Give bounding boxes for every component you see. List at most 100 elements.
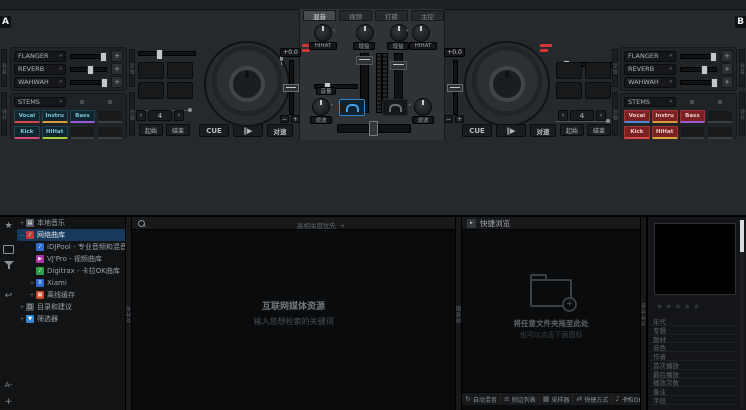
stems-option-dot[interactable] <box>108 100 112 104</box>
more-dot-icon[interactable]: · <box>635 395 637 403</box>
loop-out-button[interactable]: 结束 <box>166 124 190 136</box>
mixer-tab[interactable]: 主控 <box>411 10 444 21</box>
stem-pad[interactable] <box>97 110 123 123</box>
effect-slider[interactable] <box>70 67 107 72</box>
sideview-collapse-strip[interactable]: 侧视图 <box>455 217 462 410</box>
tree-item[interactable]: − ♪ 网络曲库 <box>17 229 125 241</box>
effect-activate-button[interactable]: + <box>111 50 123 62</box>
effect-activate-button[interactable]: + <box>111 76 123 88</box>
loop-in-button[interactable]: 起始 <box>560 124 584 136</box>
mixer-tab[interactable]: 混音 <box>303 10 336 21</box>
stem-pad[interactable] <box>707 126 733 139</box>
stems-select[interactable]: STEMS ▾ <box>624 97 676 107</box>
deck-a-jog-wheel[interactable] <box>204 41 290 127</box>
stem-pad[interactable] <box>70 126 96 139</box>
pad[interactable] <box>138 82 164 99</box>
effect-slider-handle[interactable] <box>87 65 94 75</box>
effect-select[interactable]: FLANGER ▾ <box>14 51 66 62</box>
stem-pad[interactable]: Instru <box>42 110 68 123</box>
sideview-button[interactable]: ▦ 采样器 <box>540 393 574 405</box>
back-undo-icon[interactable]: ↩ <box>0 291 17 301</box>
channel-2-fader-handle[interactable] <box>390 61 407 70</box>
effect-slider-handle[interactable] <box>100 52 107 62</box>
deck-b-jog-wheel[interactable] <box>464 41 550 127</box>
pad[interactable] <box>585 82 611 99</box>
chevron-icon[interactable]: ◂ <box>408 102 411 108</box>
deck-a-hotcue-strip[interactable]: 热点 <box>129 49 135 87</box>
tree-item[interactable]: ▶ VJ'Pro - 视频曲库 <box>17 253 125 265</box>
mixer-tab[interactable]: 打碟 <box>375 10 408 21</box>
stems-option-dot[interactable] <box>690 100 694 104</box>
effect-slider[interactable] <box>70 54 107 59</box>
effect-slider-handle[interactable] <box>101 78 108 88</box>
pitch-minus-button[interactable]: − <box>444 115 453 123</box>
cue-button[interactable]: CUE <box>199 124 229 137</box>
effect-slider-handle[interactable] <box>710 52 717 62</box>
folders-collapse-strip[interactable]: 文件夹 <box>125 217 132 410</box>
effect-activate-button[interactable]: + <box>721 50 733 62</box>
effect-slider-handle[interactable] <box>711 78 718 88</box>
tree-item[interactable]: ♪ Digitrax - 卡拉OK曲库 <box>17 265 125 277</box>
stems-select[interactable]: STEMS ▾ <box>14 97 66 107</box>
tree-item[interactable]: + ▼ 筛选器 <box>17 313 125 325</box>
mixer-tab[interactable]: 视频 <box>339 10 372 21</box>
stem-pad[interactable] <box>97 126 123 139</box>
chevron-icon[interactable]: ▸ <box>331 102 334 108</box>
pitch-fader-handle[interactable] <box>447 84 463 92</box>
sync-button[interactable]: 对速 <box>267 124 293 137</box>
stems-option-dot[interactable] <box>80 100 84 104</box>
search-bar[interactable]: 高相关度优先 ▾ <box>132 217 455 230</box>
play-pause-button[interactable]: ‖▶ <box>496 124 526 137</box>
tree-expander[interactable]: − <box>19 232 25 239</box>
stem-pad[interactable]: Bass <box>70 110 96 123</box>
loop-double-button[interactable]: › <box>596 110 606 121</box>
tree-expander[interactable]: + <box>19 304 25 311</box>
folder-drop-icon[interactable]: + <box>530 279 572 307</box>
chevron-icon[interactable]: ▾ <box>406 28 409 34</box>
headphone-cue-right-button[interactable] <box>382 99 408 116</box>
loop-size-value[interactable]: 4 <box>148 110 172 121</box>
effect-slider[interactable] <box>70 80 107 85</box>
stems-option-dot[interactable] <box>718 100 722 104</box>
filter-funnel-icon[interactable] <box>0 261 17 269</box>
deck-b-loop-strip[interactable]: 循环 <box>612 92 618 136</box>
effect-slider-handle[interactable] <box>701 65 708 75</box>
loop-half-button[interactable]: ‹ <box>558 110 568 121</box>
deck-b-fx-strip[interactable]: 音效 <box>739 49 745 87</box>
effect-activate-button[interactable]: + <box>111 63 123 75</box>
rating-stars[interactable]: ★★★★★ <box>656 302 702 311</box>
quick-browse-header[interactable]: ▸ 快捷浏览 <box>462 217 640 230</box>
add-button[interactable]: + <box>0 397 17 407</box>
deck-b-hotcue-strip[interactable]: 热点 <box>612 49 618 87</box>
tree-item[interactable]: + X Xiami <box>17 277 125 289</box>
effect-activate-button[interactable]: + <box>721 63 733 75</box>
loop-out-button[interactable]: 结束 <box>587 124 611 136</box>
stem-pad[interactable]: HiHat <box>42 126 68 139</box>
mixer-left-fx-knob[interactable] <box>314 24 332 42</box>
effect-select[interactable]: REVERB ▾ <box>14 64 66 75</box>
sync-button[interactable]: 对速 <box>530 124 556 137</box>
effect-select[interactable]: WAHWAH ▾ <box>624 77 676 88</box>
stem-pad[interactable]: Kick <box>14 126 40 139</box>
tree-expander[interactable]: + <box>29 280 35 287</box>
deck-a-volume-slider[interactable] <box>138 51 196 56</box>
pitch-plus-button[interactable]: + <box>291 115 300 123</box>
stem-pad[interactable]: Vocal <box>624 110 650 123</box>
tree-item[interactable]: + ▤ 本地音乐 <box>17 217 125 229</box>
sideview-button[interactable]: ≡ 侧边列表 <box>501 393 540 405</box>
search-sort-hint[interactable]: 高相关度优先 ▾ <box>297 220 344 230</box>
right-filter-knob[interactable] <box>414 98 432 116</box>
tree-expander[interactable]: + <box>29 292 35 299</box>
channel-1-gain-knob[interactable] <box>356 24 374 42</box>
mixer-right-fx-knob[interactable] <box>412 24 430 42</box>
crossfader-handle[interactable] <box>369 121 378 136</box>
effect-select[interactable]: FLANGER ▾ <box>624 51 676 62</box>
effect-slider[interactable] <box>680 80 717 85</box>
pad[interactable] <box>138 62 164 79</box>
tree-expander[interactable]: + <box>19 220 25 227</box>
headphone-cue-left-button[interactable] <box>339 99 365 116</box>
font-size-button[interactable]: A- <box>0 381 17 389</box>
pitch-plus-button[interactable]: + <box>455 115 464 123</box>
tree-expander[interactable]: + <box>19 316 25 323</box>
left-filter-knob[interactable] <box>312 98 330 116</box>
